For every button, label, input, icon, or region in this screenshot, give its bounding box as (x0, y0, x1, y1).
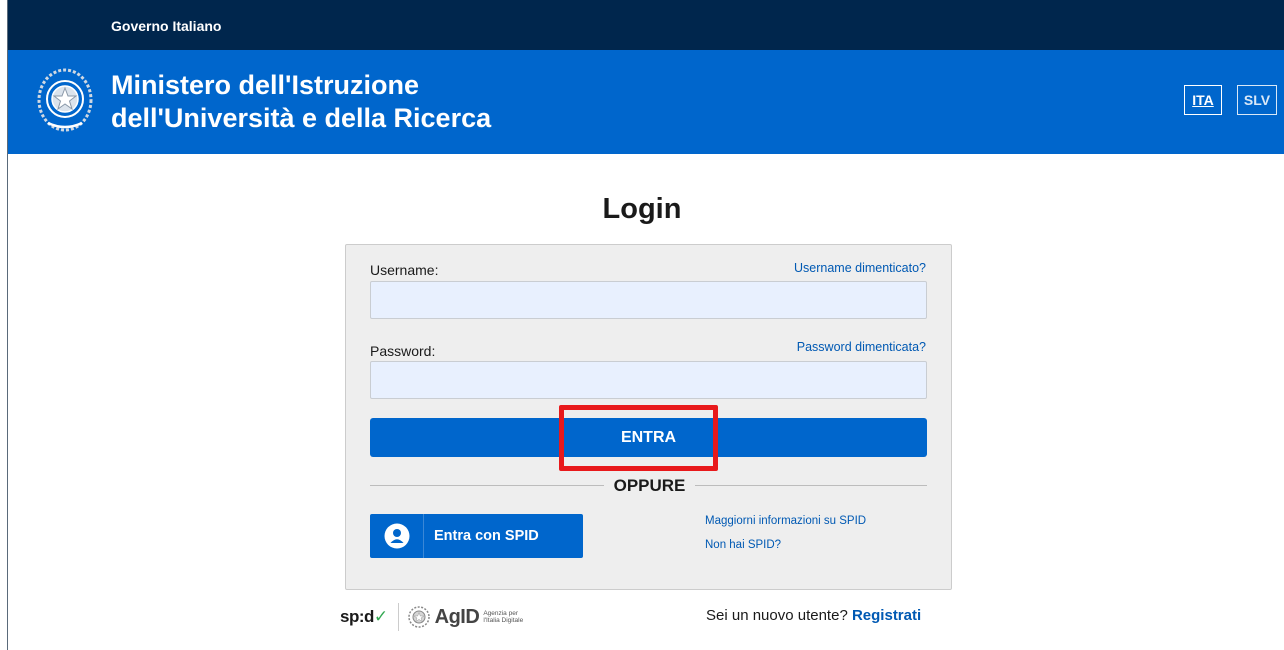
agid-emblem-icon (407, 606, 430, 628)
new-user-prompt: Sei un nuovo utente? Registrati (706, 607, 921, 624)
user-icon-container (370, 514, 424, 558)
ministry-title-line2: dell'Università e della Ricerca (111, 103, 492, 133)
spid-login-button[interactable]: Entra con SPID (370, 514, 583, 558)
register-link[interactable]: Registrati (852, 607, 921, 624)
or-separator: OPPURE (346, 476, 953, 496)
language-ita-button[interactable]: ITA (1184, 85, 1222, 115)
password-input[interactable] (370, 361, 927, 399)
spid-logo-text: sp:d (340, 607, 374, 626)
agid-subtitle: Agenzia per l'Italia Digitale (483, 610, 523, 625)
login-card: Username: Username dimenticato? Password… (345, 244, 952, 590)
forgot-username-link[interactable]: Username dimenticato? (794, 261, 926, 275)
page-title: Login (602, 193, 682, 225)
ministry-title-line1: Ministero dell'Istruzione (111, 70, 419, 100)
username-label: Username: (370, 262, 439, 278)
forgot-password-link[interactable]: Password dimenticata? (797, 340, 926, 354)
spid-login-label: Entra con SPID (434, 528, 539, 544)
ministry-title[interactable]: Ministero dell'Istruzione dell'Universit… (111, 69, 491, 135)
window-frame (0, 0, 8, 650)
government-bar: Governo Italiano (8, 0, 1284, 50)
user-icon (384, 523, 409, 549)
logo-separator (397, 603, 399, 631)
new-user-text: Sei un nuovo utente? (706, 607, 848, 624)
agid-subtitle-line2: l'Italia Digitale (483, 617, 524, 624)
language-slv-button[interactable]: SLV (1237, 85, 1277, 115)
republic-emblem-icon[interactable] (36, 67, 94, 133)
spid-info-link[interactable]: Maggiorni informazioni su SPID (705, 515, 866, 527)
footer-logos: sp:d✓ AgID Agenzia per l'Italia Digitale (340, 600, 523, 634)
site-header: Ministero dell'Istruzione dell'Universit… (8, 50, 1284, 154)
government-link[interactable]: Governo Italiano (111, 18, 221, 34)
entra-button[interactable]: ENTRA (370, 418, 927, 457)
or-label: OPPURE (603, 476, 696, 495)
agid-subtitle-line1: Agenzia per (483, 609, 519, 617)
spid-check-icon: ✓ (373, 607, 388, 626)
username-input[interactable] (370, 281, 927, 319)
no-spid-link[interactable]: Non hai SPID? (705, 539, 781, 551)
agid-logo[interactable]: AgID (435, 606, 480, 629)
password-label: Password: (370, 343, 436, 359)
spid-logo[interactable]: sp:d✓ (340, 607, 388, 627)
